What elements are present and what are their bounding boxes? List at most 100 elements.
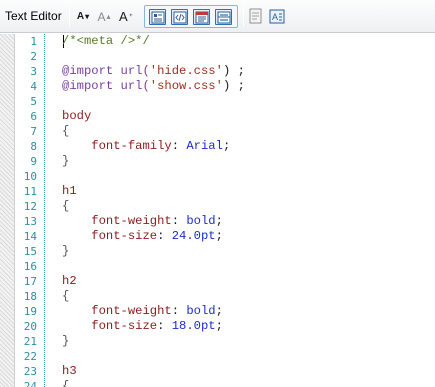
code-line: } [62,154,245,169]
colon-token: : [171,214,187,228]
line-number: 1 [30,35,37,48]
comment-token: /*<meta />*/ [62,34,150,48]
property-token: font-size [91,319,158,333]
view-mode-group [144,5,238,28]
line-number: 17 [23,275,37,288]
text-format-icon: A [269,9,285,24]
colon-token: : [157,319,172,333]
brace-token: { [62,199,70,213]
line-number: 6 [30,110,37,123]
semicolon-token: ; [222,139,231,153]
font-standard-button[interactable]: A ⁺ [118,7,134,26]
line-number: 15 [23,245,37,258]
punctuation-token: ) ; [222,64,245,78]
toolbar-title: Text Editor [5,9,62,23]
code-editor[interactable]: 1 2 3 4 5 6 7 8 9 10 11 12 13 14 15 16 1… [0,34,435,387]
semicolon-token: ; [215,304,223,318]
line-number: 10 [23,170,37,183]
design-view-button[interactable] [149,9,166,25]
code-line: font-weight: bold; [62,304,245,319]
code-line: } [62,334,245,349]
property-token: font-family [91,139,172,153]
preview-icon [195,11,209,24]
code-line: @import url('hide.css') ; [62,64,245,79]
code-line: body [62,109,245,124]
line-number: 9 [30,155,37,168]
text-format-button[interactable]: A [269,8,285,25]
selector-token: h3 [62,364,77,378]
line-number: 8 [30,140,37,153]
gutter-divider [44,34,45,387]
split-view-button[interactable] [215,9,232,25]
url-function: url( [120,79,150,93]
code-line: { [62,379,245,387]
selector-token: body [62,109,92,123]
font-standard-icon: A [119,9,128,24]
line-number: 3 [30,65,37,78]
font-increase-button[interactable]: A ▴ [97,7,111,26]
toolbar-separator [243,6,244,27]
line-number: 11 [23,185,37,198]
import-keyword: @import [62,64,114,78]
source-view-button[interactable] [171,9,188,25]
code-line: h3 [62,364,245,379]
import-keyword: @import [62,79,114,93]
code-line: { [62,124,245,139]
string-token: 'show.css' [149,79,223,93]
code-line: { [62,199,245,214]
brace-token: } [62,244,70,258]
code-line: font-weight: bold; [62,214,245,229]
line-number: 14 [23,230,37,243]
code-line: font-size: 24.0pt; [62,229,245,244]
line-number: 12 [23,200,37,213]
semicolon-token: ; [215,229,223,243]
colon-token: : [157,229,172,243]
line-number: 13 [23,215,37,228]
string-token: 'hide.css' [149,64,223,78]
split-view-icon [217,11,231,24]
line-number: 19 [23,305,37,318]
line-number: 18 [23,290,37,303]
value-token: bold [186,304,216,318]
property-token: font-size [91,229,158,243]
punctuation-token: ) ; [222,79,245,93]
svg-text:A: A [272,12,278,22]
font-increase-icon: A [97,9,106,24]
font-decrease-button[interactable]: A ▾ [76,7,90,26]
colon-token: : [171,139,187,153]
code-line: { [62,289,245,304]
property-token: font-weight [91,304,172,318]
code-line: h2 [62,274,245,289]
line-number: 22 [23,350,37,363]
property-token: font-weight [91,214,172,228]
code-line: } [62,244,245,259]
preview-button[interactable] [193,9,210,25]
semicolon-token: ; [215,319,223,333]
code-line: font-size: 18.0pt; [62,319,245,334]
editor-margin [0,34,15,387]
code-text: /*<meta />*/ @import url('hide.css') ; @… [62,34,245,387]
notes-button[interactable] [248,8,264,25]
value-token: 24.0pt [171,229,216,243]
value-token: 18.0pt [171,319,216,333]
line-number: 23 [23,365,37,378]
semicolon-token: ; [215,214,223,228]
value-token: Arial [186,139,223,153]
line-number: 16 [23,260,37,273]
url-function: url( [120,64,150,78]
editor-toolbar: Text Editor A ▾ A ▴ A ⁺ A [0,0,435,33]
brace-token: { [62,379,70,387]
design-view-icon [151,11,165,24]
line-number: 4 [30,80,37,93]
selector-token: h1 [62,184,77,198]
brace-token: { [62,289,70,303]
line-number: 7 [30,125,37,138]
code-line: @import url('show.css') ; [62,79,245,94]
code-line: font-family: Arial; [62,139,245,154]
source-view-icon [173,11,187,24]
line-number: 2 [30,50,37,63]
